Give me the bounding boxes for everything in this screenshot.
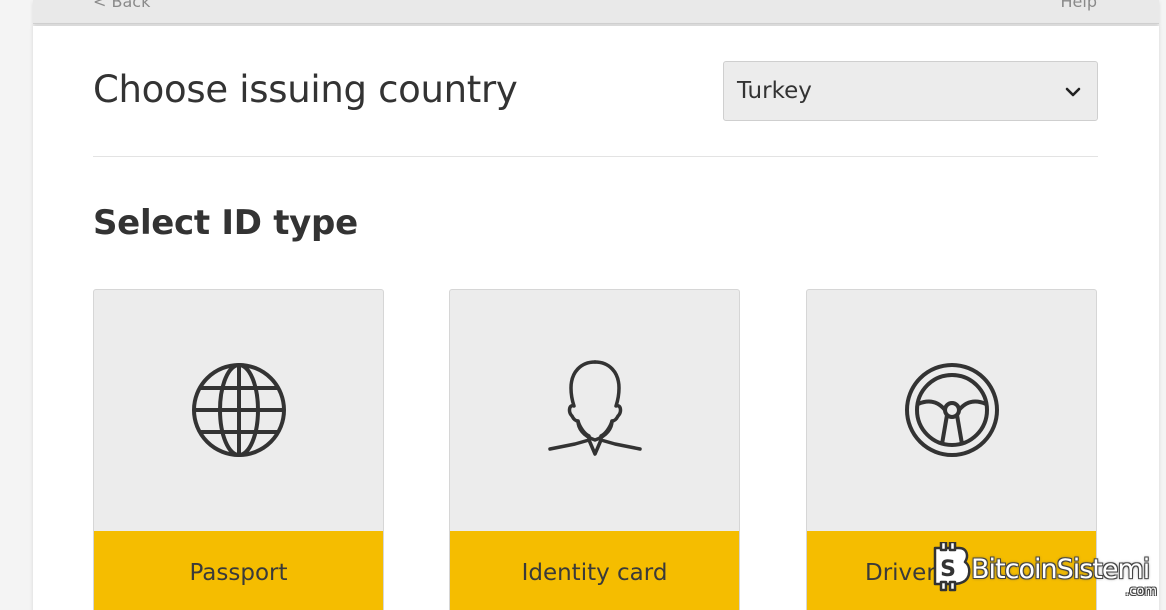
id-option-passport[interactable]: Passport bbox=[93, 289, 384, 610]
steering-wheel-icon bbox=[905, 363, 999, 457]
watermark-tld: .com bbox=[1125, 584, 1157, 599]
chevron-down-icon bbox=[1065, 87, 1081, 97]
verification-card: Choose issuing country Turkey Select ID … bbox=[33, 26, 1159, 610]
bitcoin-logo-icon: S bbox=[933, 542, 971, 592]
person-icon bbox=[548, 360, 642, 456]
country-select-value: Turkey bbox=[737, 78, 812, 104]
option-label-band: Identity card bbox=[450, 531, 739, 610]
svg-text:S: S bbox=[940, 557, 956, 582]
section-title: Select ID type bbox=[93, 203, 358, 243]
option-label: Passport bbox=[189, 560, 288, 586]
option-label: Identity card bbox=[521, 560, 668, 586]
id-option-identity-card[interactable]: Identity card bbox=[449, 289, 740, 610]
back-link[interactable]: < Back bbox=[93, 0, 150, 11]
page-title: Choose issuing country bbox=[93, 68, 518, 111]
section-divider bbox=[93, 156, 1098, 157]
watermark: S BitcoinSistemi .com bbox=[925, 542, 1160, 600]
option-label-band: Passport bbox=[94, 531, 383, 610]
help-link[interactable]: Help bbox=[1061, 0, 1097, 11]
top-nav-bar: < Back Help bbox=[33, 0, 1159, 24]
country-select[interactable]: Turkey bbox=[723, 61, 1098, 121]
globe-icon bbox=[192, 363, 286, 457]
watermark-name: BitcoinSistemi bbox=[971, 554, 1150, 585]
